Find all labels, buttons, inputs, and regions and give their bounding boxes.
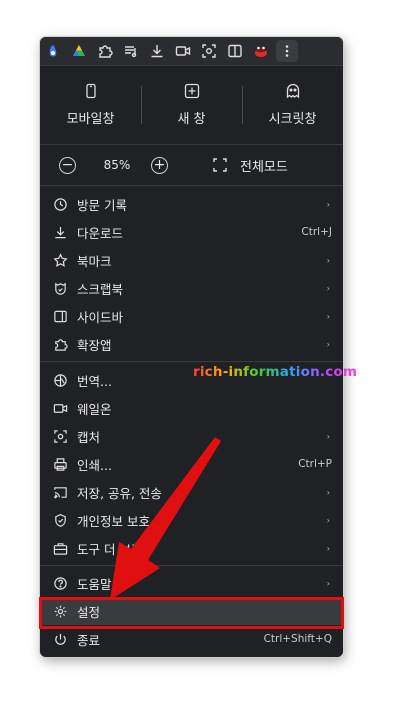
puzzle-icon xyxy=(52,336,68,352)
capture-icon[interactable] xyxy=(196,40,222,62)
food-app-icon[interactable] xyxy=(248,40,274,62)
menu-item-label: 종료 xyxy=(77,632,101,648)
shortcut-text: Ctrl+J xyxy=(301,226,332,238)
zoom-row: − 85% + 전체모드 xyxy=(40,145,343,186)
toolbox-icon xyxy=(52,540,68,556)
menu-item-label: 방문 기록 xyxy=(77,197,127,213)
menu-item-scrapbook[interactable]: 스크랩북 › xyxy=(40,274,343,302)
cast-icon xyxy=(52,484,68,500)
browser-window: 모바일창 새 창 시크릿창 − 85% + 전체모드 방문 기록 › 다운로드 … xyxy=(40,37,343,657)
fullscreen-icon xyxy=(213,158,227,172)
more-menu-icon[interactable] xyxy=(276,40,298,62)
privacy-icon xyxy=(52,512,68,528)
submenu-arrow-icon: › xyxy=(326,487,330,497)
menu-item-whale-on[interactable]: 웨일온 xyxy=(40,394,343,422)
menu-item-label: 웨일온 xyxy=(77,401,112,417)
mobile-window-icon xyxy=(85,83,96,99)
download-icon xyxy=(52,224,68,240)
menu-item-label: 다운로드 xyxy=(77,225,124,241)
submenu-arrow-icon: › xyxy=(326,578,330,588)
translate-icon xyxy=(52,372,68,388)
secret-window-button[interactable]: 시크릿창 xyxy=(242,66,343,144)
menu-item-exit[interactable]: 종료 Ctrl+Shift+Q xyxy=(40,625,343,653)
menu-item-label: 캡처 xyxy=(77,429,101,445)
menu-item-sidebar[interactable]: 사이드바 › xyxy=(40,302,343,330)
menu-item-bookmarks[interactable]: 북마크 › xyxy=(40,246,343,274)
shortcut-text: Ctrl+P xyxy=(298,458,332,470)
mobile-window-label: 모바일창 xyxy=(66,112,115,127)
shortcut-text: Ctrl+Shift+Q xyxy=(263,633,332,645)
menu-item-label: 도구 더 보기 xyxy=(77,541,143,557)
submenu-arrow-icon: › xyxy=(326,431,330,441)
menu-item-label: 인쇄... xyxy=(77,457,112,473)
menu-item-label: 개인정보 보호 xyxy=(77,513,150,529)
history-icon xyxy=(52,196,68,212)
submenu-arrow-icon: › xyxy=(326,199,330,209)
menu-item-print[interactable]: 인쇄... Ctrl+P xyxy=(40,450,343,478)
new-window-icon xyxy=(184,83,199,99)
submenu-arrow-icon: › xyxy=(326,339,330,349)
scrapbook-icon xyxy=(52,280,68,296)
submenu-arrow-icon: › xyxy=(326,311,330,321)
menu-item-label: 저장, 공유, 전송 xyxy=(77,485,162,501)
video-call-icon xyxy=(52,400,68,416)
drive-extension-icon[interactable] xyxy=(66,40,92,62)
capture-icon xyxy=(52,428,68,444)
main-menu: 모바일창 새 창 시크릿창 − 85% + 전체모드 방문 기록 › 다운로드 … xyxy=(40,66,343,657)
menu-section-tools: 번역... 웨일온 캡처 › 인쇄... Ctrl+P 저장, 공유, 전송 › xyxy=(40,362,343,566)
mobile-window-button[interactable]: 모바일창 xyxy=(40,66,141,144)
menu-item-extensions[interactable]: 확장앱 › xyxy=(40,330,343,358)
menu-item-capture[interactable]: 캡처 › xyxy=(40,422,343,450)
menu-item-label: 북마크 xyxy=(77,253,112,269)
menu-item-history[interactable]: 방문 기록 › xyxy=(40,190,343,218)
menu-item-privacy[interactable]: 개인정보 보호 › xyxy=(40,506,343,534)
download-icon[interactable] xyxy=(144,40,170,62)
submenu-arrow-icon: › xyxy=(326,543,330,553)
menu-item-downloads[interactable]: 다운로드 Ctrl+J xyxy=(40,218,343,246)
video-icon[interactable] xyxy=(170,40,196,62)
menu-item-more-tools[interactable]: 도구 더 보기 › xyxy=(40,534,343,562)
new-window-button[interactable]: 새 창 xyxy=(141,66,242,144)
playlist-icon[interactable] xyxy=(118,40,144,62)
printer-icon xyxy=(52,456,68,472)
zoom-out-button[interactable]: − xyxy=(59,156,76,174)
split-view-icon[interactable] xyxy=(222,40,248,62)
secret-window-label: 시크릿창 xyxy=(268,112,317,127)
submenu-arrow-icon: › xyxy=(326,283,330,293)
menu-item-label: 사이드바 xyxy=(77,309,124,325)
star-icon xyxy=(52,252,68,268)
menu-item-save-share[interactable]: 저장, 공유, 전송 › xyxy=(40,478,343,506)
fullscreen-label: 전체모드 xyxy=(240,159,288,175)
menu-item-help[interactable]: 도움말 › xyxy=(40,569,343,597)
menu-item-label: 도움말 xyxy=(77,576,112,592)
menu-item-label: 확장앱 xyxy=(77,337,112,353)
settings-highlight-box xyxy=(39,597,344,629)
zoom-in-button[interactable]: + xyxy=(151,156,168,174)
submenu-arrow-icon: › xyxy=(326,255,330,265)
new-window-label: 새 창 xyxy=(177,112,206,127)
window-actions: 모바일창 새 창 시크릿창 xyxy=(40,66,343,145)
secret-window-icon xyxy=(286,83,299,99)
fullscreen-button[interactable]: 전체모드 xyxy=(212,156,288,175)
power-icon xyxy=(52,631,68,647)
submenu-arrow-icon: › xyxy=(326,515,330,525)
puzzle-extension-icon[interactable] xyxy=(92,40,118,62)
menu-item-label: 스크랩북 xyxy=(77,281,124,297)
help-icon xyxy=(52,575,68,591)
toolbar xyxy=(40,37,343,66)
menu-section-browse: 방문 기록 › 다운로드 Ctrl+J 북마크 › 스크랩북 › 사이드바 › … xyxy=(40,186,343,362)
zoom-level: 85% xyxy=(103,158,131,172)
sidebar-icon xyxy=(52,308,68,324)
whale-profile-icon[interactable] xyxy=(40,40,66,62)
watermark-text: rich-information.com xyxy=(193,364,358,380)
